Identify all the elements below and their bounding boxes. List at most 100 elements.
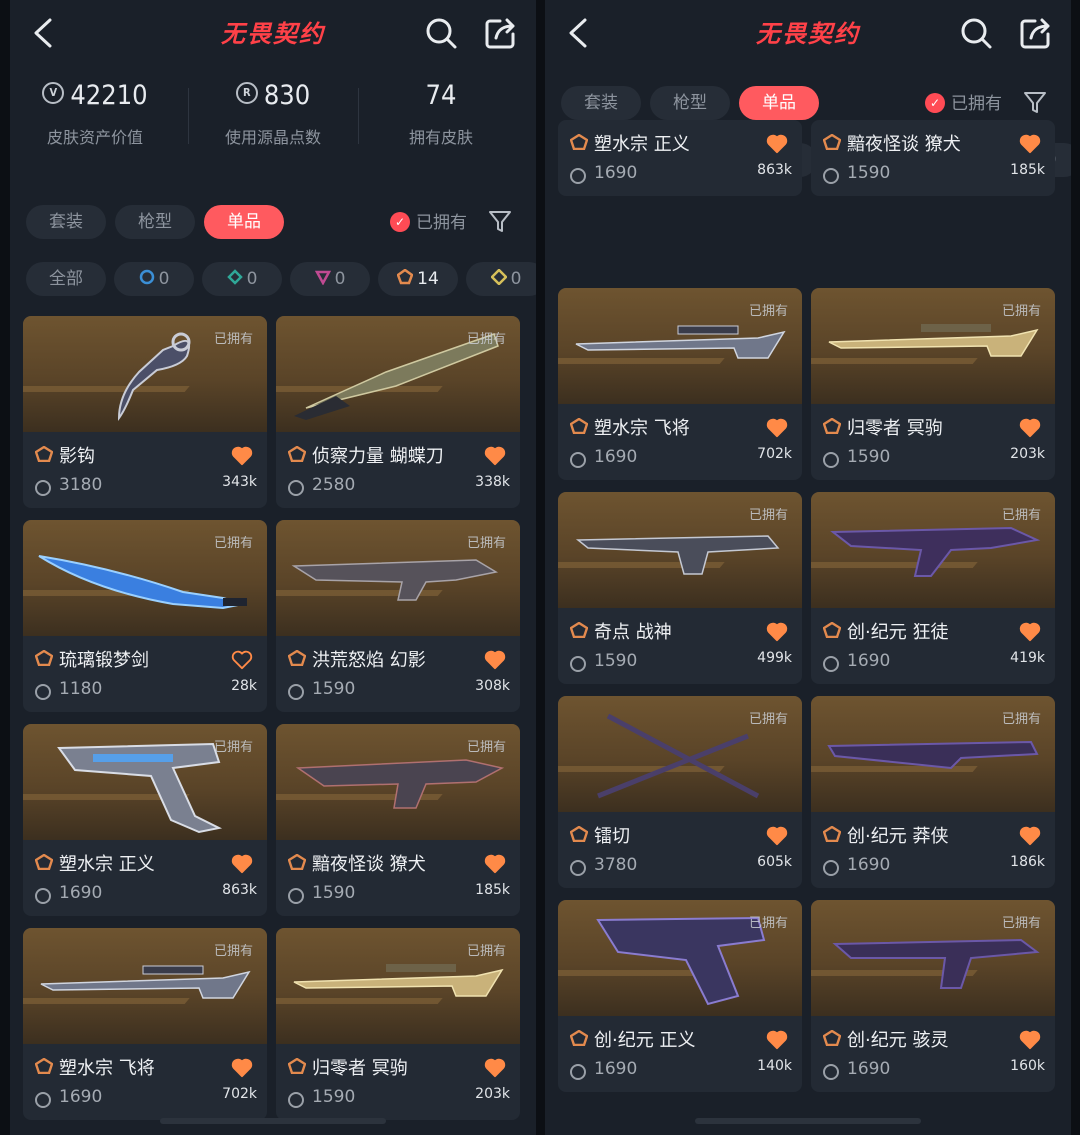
skin-card[interactable]: 已拥有 创·纪元 正义 1690 140k <box>558 900 802 1092</box>
vp-currency-icon <box>35 684 51 700</box>
owned-badge: 已拥有 <box>748 304 788 319</box>
owned-badge: 已拥有 <box>1001 712 1041 727</box>
heart-filled-icon[interactable] <box>231 1058 253 1078</box>
heart-filled-icon[interactable] <box>766 418 788 438</box>
heart-filled-icon[interactable] <box>1019 418 1041 438</box>
rarity-chip[interactable]: 0 <box>114 262 194 296</box>
skin-price: 1690 <box>594 447 638 467</box>
owned-badge: 已拥有 <box>213 536 253 551</box>
heart-filled-icon[interactable] <box>766 1030 788 1050</box>
heart-filled-icon[interactable] <box>766 622 788 642</box>
heart-filled-icon[interactable] <box>484 1058 506 1078</box>
skin-card[interactable]: 已拥有 归零者 冥驹 1590 203k <box>276 928 520 1120</box>
owned-badge: 已拥有 <box>748 508 788 523</box>
share-icon[interactable] <box>484 16 518 50</box>
exclusive-tier-icon <box>823 826 841 842</box>
heart-filled-icon[interactable] <box>1019 826 1041 846</box>
skin-name: 塑水宗 飞将 <box>59 1058 155 1079</box>
category-tabs: 套装 枪型 单品 ✓ 已拥有 <box>545 86 1071 122</box>
vp-currency-icon <box>570 452 586 468</box>
heart-filled-icon[interactable] <box>766 134 788 154</box>
skin-name: 归零者 冥驹 <box>847 418 943 439</box>
stat-label: 使用源晶点数 <box>224 128 321 147</box>
heart-filled-icon[interactable] <box>484 854 506 874</box>
rarity-chip[interactable]: 0 <box>290 262 370 296</box>
skin-card[interactable]: 已拥有 琉璃锻梦剑 1180 28k <box>23 520 267 712</box>
vp-currency-icon <box>570 1064 586 1080</box>
tab-single-item[interactable]: 单品 <box>204 205 284 239</box>
owned-badge: 已拥有 <box>213 332 253 347</box>
tab-bundle[interactable]: 套装 <box>561 86 641 120</box>
check-icon: ✓ <box>390 212 410 232</box>
skin-name: 侦察力量 蝴蝶刀 <box>312 446 444 467</box>
tab-weapon-type[interactable]: 枪型 <box>650 86 730 120</box>
share-icon[interactable] <box>1019 16 1053 50</box>
owned-badge: 已拥有 <box>213 944 253 959</box>
rarity-chip[interactable]: 0 <box>466 262 536 296</box>
search-icon[interactable] <box>424 16 458 50</box>
filter-icon[interactable] <box>1023 90 1047 116</box>
skin-price: 2580 <box>312 475 356 495</box>
owned-filter-toggle[interactable]: ✓ 已拥有 <box>390 209 480 237</box>
search-icon[interactable] <box>959 16 993 50</box>
chip-label: 0 <box>246 269 258 289</box>
vp-currency-icon <box>823 1064 839 1080</box>
skin-image: 已拥有 <box>558 696 802 812</box>
owned-badge: 已拥有 <box>1001 916 1041 931</box>
exclusive-tier-icon <box>35 1058 53 1074</box>
chip-all[interactable]: 全部 <box>26 262 106 296</box>
skin-name: 奇点 战神 <box>594 622 672 643</box>
skin-card[interactable]: 已拥有 塑水宗 正义 1690 863k <box>23 724 267 916</box>
rarity-chip[interactable]: 14 <box>378 262 458 296</box>
skin-card[interactable]: 已拥有 创·纪元 莽侠 1690 186k <box>811 696 1055 888</box>
skin-card[interactable]: 黯夜怪谈 獠犬 1590 185k <box>811 120 1055 196</box>
skin-card[interactable]: 已拥有 塑水宗 飞将 1690 702k <box>558 288 802 480</box>
heart-filled-icon[interactable] <box>1019 622 1041 642</box>
skin-card[interactable]: 已拥有 奇点 战神 1590 499k <box>558 492 802 684</box>
like-count: 863k <box>222 882 257 898</box>
skin-price: 1690 <box>847 855 891 875</box>
owned-badge: 已拥有 <box>466 740 506 755</box>
heart-filled-icon[interactable] <box>484 650 506 670</box>
skin-card[interactable]: 已拥有 洪荒怒焰 幻影 1590 308k <box>276 520 520 712</box>
heart-filled-icon[interactable] <box>1019 134 1041 154</box>
heart-filled-icon[interactable] <box>231 446 253 466</box>
skin-image: 已拥有 <box>276 724 520 840</box>
tab-bundle[interactable]: 套装 <box>26 205 106 239</box>
skin-card[interactable]: 已拥有 侦察力量 蝴蝶刀 2580 338k <box>276 316 520 508</box>
vp-currency-icon <box>35 1092 51 1108</box>
skin-name: 创·纪元 骇灵 <box>847 1030 949 1051</box>
heart-filled-icon[interactable] <box>231 854 253 874</box>
exclusive-tier-icon <box>823 134 841 150</box>
skin-card[interactable]: 塑水宗 正义 1690 863k <box>558 120 802 196</box>
skin-card[interactable]: 已拥有 影钩 3180 343k <box>23 316 267 508</box>
skin-card[interactable]: 已拥有 黯夜怪谈 獠犬 1590 185k <box>276 724 520 916</box>
exclusive-tier-icon <box>570 622 588 638</box>
vp-currency-icon <box>35 888 51 904</box>
owned-filter-toggle[interactable]: ✓ 已拥有 <box>925 90 1015 118</box>
skin-card[interactable]: 已拥有 归零者 冥驹 1590 203k <box>811 288 1055 480</box>
owned-badge: 已拥有 <box>1001 508 1041 523</box>
stat-label: 拥有皮肤 <box>408 128 473 147</box>
skin-price: 1690 <box>594 163 638 183</box>
tab-single-item[interactable]: 单品 <box>739 86 819 120</box>
category-tabs: 套装 枪型 单品 ✓ 已拥有 <box>10 205 536 241</box>
ultra-gem-icon <box>490 269 507 285</box>
skin-price: 1180 <box>59 679 103 699</box>
rarity-chip[interactable]: 0 <box>202 262 282 296</box>
skin-card[interactable]: 已拥有 塑水宗 飞将 1690 702k <box>23 928 267 1120</box>
heart-outline-icon[interactable] <box>231 650 253 670</box>
skin-price: 1690 <box>59 883 103 903</box>
skin-card[interactable]: 已拥有 镭切 3780 605k <box>558 696 802 888</box>
heart-filled-icon[interactable] <box>766 826 788 846</box>
skin-card[interactable]: 已拥有 创·纪元 骇灵 1690 160k <box>811 900 1055 1092</box>
tab-weapon-type[interactable]: 枪型 <box>115 205 195 239</box>
heart-filled-icon[interactable] <box>484 446 506 466</box>
heart-filled-icon[interactable] <box>1019 1030 1041 1050</box>
skin-card[interactable]: 已拥有 创·纪元 狂徒 1690 419k <box>811 492 1055 684</box>
skin-name: 镭切 <box>594 826 630 847</box>
filter-icon[interactable] <box>488 209 512 235</box>
skin-name: 塑水宗 飞将 <box>594 418 690 439</box>
right-screen: 无畏契约 套装 枪型 单品 ✓ 已拥有 全部000140 塑水宗 正义16908… <box>545 0 1071 1135</box>
skin-image: 已拥有 <box>558 288 802 404</box>
